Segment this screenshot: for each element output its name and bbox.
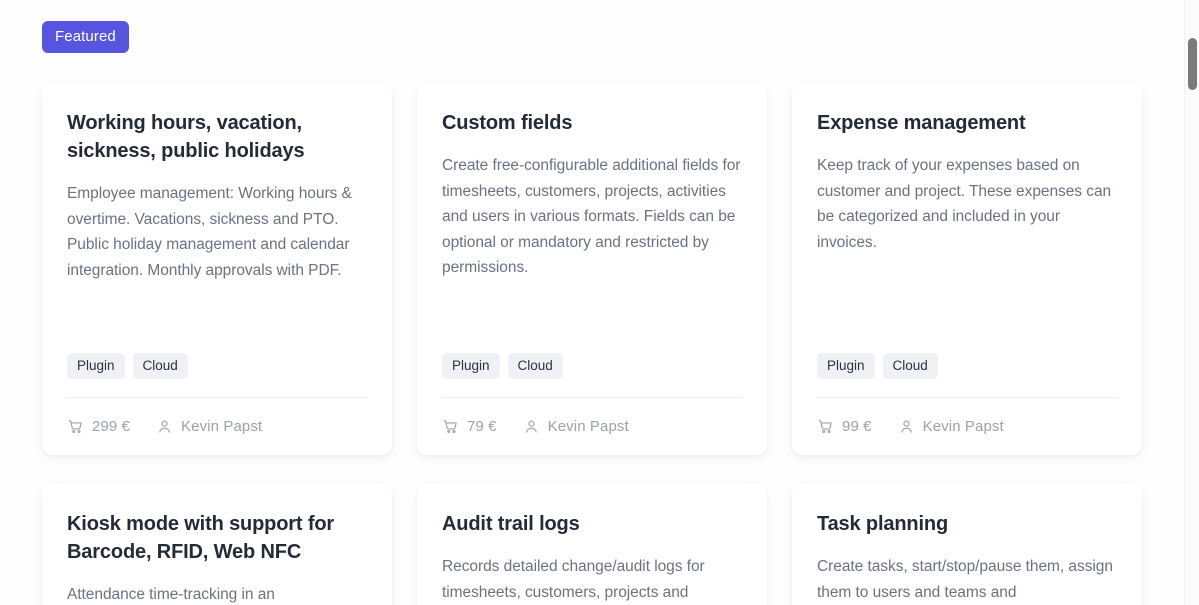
plugin-card[interactable]: Custom fields Create free-configurable a… — [417, 83, 767, 455]
tag-cloud[interactable]: Cloud — [507, 352, 563, 379]
plugin-card[interactable]: Working hours, vacation, sickness, publi… — [42, 83, 392, 455]
card-tags: Plugin Cloud — [817, 352, 1117, 379]
card-price-value: 299 € — [92, 418, 131, 435]
tag-cloud[interactable]: Cloud — [132, 352, 188, 379]
user-icon — [900, 420, 912, 433]
tag-plugin[interactable]: Plugin — [817, 352, 875, 379]
card-price-value: 99 € — [842, 418, 872, 435]
user-icon — [525, 420, 537, 433]
plugin-card[interactable]: Task planning Create tasks, start/stop/p… — [792, 484, 1142, 605]
card-spacer — [442, 281, 742, 353]
card-title: Audit trail logs — [442, 513, 580, 535]
card-price[interactable]: 99 € — [817, 418, 872, 435]
card-author-name: Kevin Papst — [922, 418, 1004, 435]
shopping-cart-icon — [818, 420, 832, 433]
scrollbar-thumb[interactable] — [1188, 38, 1197, 90]
card-author-name: Kevin Papst — [181, 418, 263, 435]
card-footer: 299 € Kevin Papst — [67, 398, 367, 455]
card-title: Task planning — [817, 513, 949, 535]
card-title: Working hours, vacation, sickness, publi… — [67, 112, 305, 162]
card-author[interactable]: Kevin Papst — [898, 418, 1004, 435]
card-description: Records detailed change/audit logs for t… — [442, 558, 705, 601]
card-description: Employee management: Working hours & ove… — [67, 185, 352, 279]
card-spacer — [67, 283, 367, 353]
tag-plugin[interactable]: Plugin — [442, 352, 500, 379]
plugin-card[interactable]: Expense management Keep track of your ex… — [792, 83, 1142, 455]
shopping-cart-icon — [68, 420, 82, 433]
card-footer: 99 € Kevin Papst — [817, 398, 1117, 455]
vertical-scrollbar[interactable] — [1184, 0, 1199, 605]
card-footer: 79 € Kevin Papst — [442, 398, 742, 455]
plugin-card[interactable]: Audit trail logs Records detailed change… — [417, 484, 767, 605]
card-description: Create free-configurable additional fiel… — [442, 157, 741, 276]
card-title: Expense management — [817, 112, 1026, 134]
card-tags: Plugin Cloud — [67, 352, 367, 379]
tag-cloud[interactable]: Cloud — [882, 352, 938, 379]
shopping-cart-icon — [443, 420, 457, 433]
user-icon — [159, 420, 170, 433]
plugin-card-grid: Working hours, vacation, sickness, publi… — [0, 83, 1184, 605]
card-description: Keep track of your expenses based on cus… — [817, 157, 1112, 251]
card-spacer — [817, 255, 1117, 353]
card-price[interactable]: 299 € — [67, 418, 130, 435]
card-price-value: 79 € — [467, 418, 497, 435]
featured-section-header: Featured — [0, 0, 1184, 53]
page-scroll-area: Featured Working hours, vacation, sickne… — [0, 0, 1184, 605]
card-description: Create tasks, start/stop/pause them, ass… — [817, 558, 1113, 601]
featured-badge: Featured — [42, 21, 129, 53]
card-description: Attendance time-tracking in an — [67, 586, 275, 603]
card-tags: Plugin Cloud — [442, 352, 742, 379]
card-author[interactable]: Kevin Papst — [156, 418, 262, 435]
plugin-card[interactable]: Kiosk mode with support for Barcode, RFI… — [42, 484, 392, 605]
card-title: Custom fields — [442, 112, 573, 134]
card-price[interactable]: 79 € — [442, 418, 497, 435]
card-author[interactable]: Kevin Papst — [523, 418, 629, 435]
tag-plugin[interactable]: Plugin — [67, 352, 125, 379]
card-author-name: Kevin Papst — [547, 418, 629, 435]
card-title: Kiosk mode with support for Barcode, RFI… — [67, 513, 335, 563]
